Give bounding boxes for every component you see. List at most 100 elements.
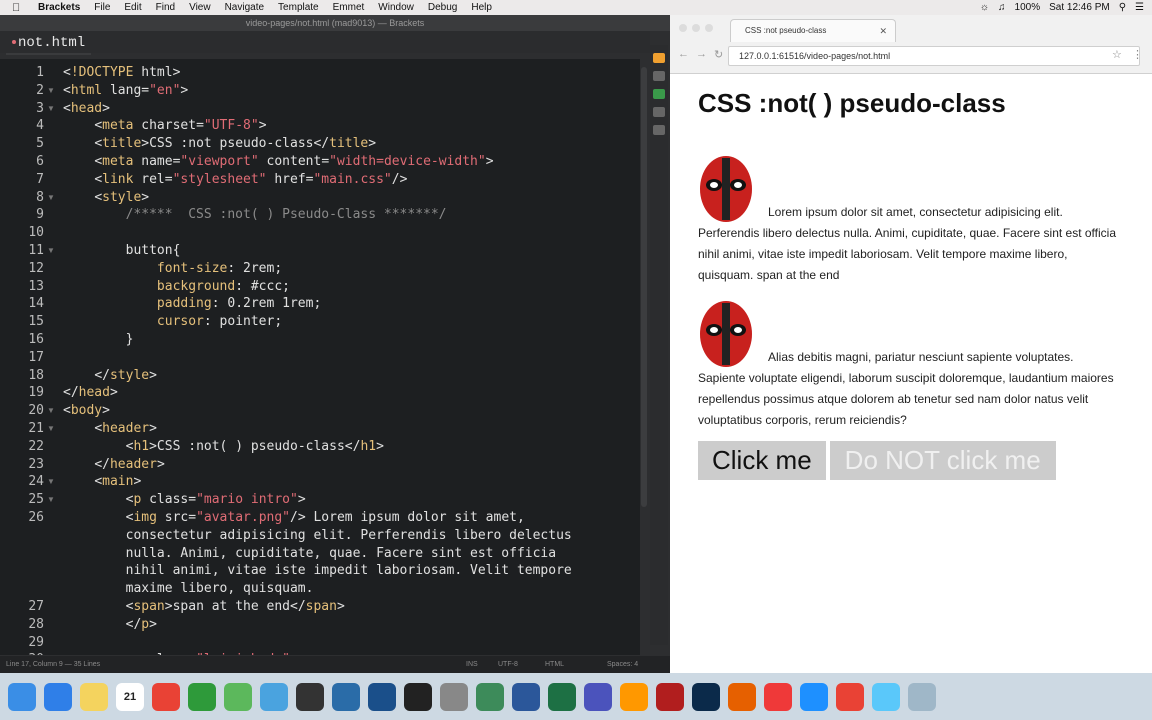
apple-icon[interactable]:  xyxy=(12,2,26,14)
do-not-click-button[interactable]: Do NOT click me xyxy=(829,441,1056,480)
menu-list-icon[interactable]: ☰ xyxy=(1135,2,1144,13)
notes-icon[interactable] xyxy=(80,682,108,711)
fold-arrow-icon[interactable]: ▼ xyxy=(47,477,55,486)
address-bar[interactable]: 127.0.0.1:61516/video-pages/not.html xyxy=(728,46,1140,66)
fold-arrow-icon[interactable]: ▼ xyxy=(47,406,55,415)
fold-arrow-icon[interactable]: ▼ xyxy=(47,246,55,255)
fold-arrow-icon[interactable]: ▼ xyxy=(47,86,55,95)
bookmark-star-icon[interactable]: ☆ xyxy=(1112,48,1122,61)
chrome-menu-icon[interactable]: ⋮ xyxy=(1132,48,1143,61)
file-tab[interactable]: not.html xyxy=(6,33,92,55)
code-line[interactable]: <title>CSS :not pseudo-class</title> xyxy=(63,136,376,151)
code-line[interactable]: background: #ccc; xyxy=(63,279,290,294)
menu-debug[interactable]: Debug xyxy=(428,2,457,13)
extension-manager-icon[interactable] xyxy=(653,71,665,81)
search-icon[interactable]: ⚲ xyxy=(1119,2,1126,13)
code-line[interactable]: <html lang="en"> xyxy=(63,83,188,98)
teams-icon[interactable] xyxy=(584,682,612,711)
fold-arrow-icon[interactable]: ▼ xyxy=(47,104,55,113)
brackets-icon[interactable] xyxy=(368,682,396,711)
code-line[interactable]: <head> xyxy=(63,101,110,116)
code-editor[interactable]: 1 <!DOCTYPE html> 2 ▼ <html lang="en"> 3 ▼ <hea… xyxy=(0,59,640,655)
forward-icon[interactable]: → xyxy=(696,48,707,60)
click-me-button[interactable]: Click me xyxy=(698,441,826,480)
browser-tab[interactable]: CSS :not pseudo-class ✕ xyxy=(730,19,896,42)
code-line[interactable]: <p class="mario intro"> xyxy=(63,492,306,507)
editor-scrollbar[interactable] xyxy=(641,67,647,507)
code-line[interactable]: } xyxy=(63,332,134,347)
filezilla-icon[interactable] xyxy=(656,682,684,711)
folder-icon[interactable] xyxy=(260,682,288,711)
indent-setting[interactable]: Spaces: 4 xyxy=(607,661,638,668)
fold-arrow-icon[interactable]: ▼ xyxy=(47,495,55,504)
code-line[interactable]: <!DOCTYPE html> xyxy=(63,65,180,80)
menu-edit[interactable]: Edit xyxy=(124,2,141,13)
code-line[interactable]: <h1>CSS :not( ) pseudo-class</h1> xyxy=(63,439,384,454)
archive-icon[interactable] xyxy=(440,682,468,711)
menu-template[interactable]: Template xyxy=(278,2,319,13)
code-line[interactable]: <main> xyxy=(63,474,141,489)
wifi-icon[interactable]: ☼ xyxy=(980,2,989,13)
extension-icon[interactable] xyxy=(653,89,665,99)
code-line[interactable]: </p> xyxy=(63,617,157,632)
terminal-icon[interactable] xyxy=(404,682,432,711)
code-line[interactable]: cursor: pointer; xyxy=(63,314,282,329)
code-line[interactable]: padding: 0.2rem 1rem; xyxy=(63,296,321,311)
encoding-select[interactable]: UTF-8 xyxy=(498,661,518,668)
code-line[interactable]: <header> xyxy=(63,421,157,436)
code-line[interactable]: maxime libero, quisquam. xyxy=(63,581,314,596)
menu-navigate[interactable]: Navigate xyxy=(225,2,264,13)
code-line[interactable]: </header> xyxy=(63,457,164,472)
calendar-icon[interactable]: 21 xyxy=(116,682,144,711)
safari-icon[interactable] xyxy=(800,682,828,711)
menu-brackets[interactable]: Brackets xyxy=(38,2,80,13)
code-line[interactable]: <meta charset="UTF-8"> xyxy=(63,118,266,133)
code-line[interactable]: font-size: 2rem; xyxy=(63,261,282,276)
clock[interactable]: Sat 12:46 PM xyxy=(1049,2,1110,13)
code-line[interactable]: <meta name="viewport" content="width=dev… xyxy=(63,154,493,169)
menu-help[interactable]: Help xyxy=(471,2,492,13)
folder-icon-2[interactable] xyxy=(872,682,900,711)
excel-icon[interactable] xyxy=(548,682,576,711)
leaf-icon[interactable] xyxy=(188,682,216,711)
code-line[interactable]: button{ xyxy=(63,243,181,258)
github-icon[interactable] xyxy=(296,682,324,711)
code-line[interactable]: <p class="luigi body"> xyxy=(63,652,298,655)
close-tab-icon[interactable]: ✕ xyxy=(879,20,887,42)
code-line[interactable]: consectetur adipisicing elit. Perferendi… xyxy=(63,528,572,543)
code-line[interactable]: /***** CSS :not( ) Pseudo-Class *******/ xyxy=(63,207,447,222)
minimize-window-icon[interactable] xyxy=(692,24,700,32)
code-line[interactable]: <span>span at the end</span> xyxy=(63,599,345,614)
code-line[interactable]: </style> xyxy=(63,368,157,383)
battery-label[interactable]: 100% xyxy=(1015,2,1041,13)
menu-emmet[interactable]: Emmet xyxy=(333,2,365,13)
code-line[interactable]: <style> xyxy=(63,190,149,205)
fold-arrow-icon[interactable]: ▼ xyxy=(47,193,55,202)
volume-icon[interactable]: ♫ xyxy=(998,2,1006,13)
back-icon[interactable]: ← xyxy=(678,48,689,60)
app-store-icon[interactable] xyxy=(44,682,72,711)
photos-icon[interactable] xyxy=(224,682,252,711)
menu-view[interactable]: View xyxy=(189,2,211,13)
sublime-icon[interactable] xyxy=(620,682,648,711)
finder-icon[interactable] xyxy=(8,682,36,711)
live-preview-icon[interactable] xyxy=(653,53,665,63)
photoshop-icon[interactable] xyxy=(692,682,720,711)
trash-icon[interactable] xyxy=(908,682,936,711)
vivaldi-icon[interactable] xyxy=(764,682,792,711)
reload-icon[interactable]: ↻ xyxy=(714,48,723,61)
menu-window[interactable]: Window xyxy=(378,2,414,13)
fold-arrow-icon[interactable]: ▼ xyxy=(47,424,55,433)
firefox-icon[interactable] xyxy=(728,682,756,711)
elephant-icon[interactable] xyxy=(476,682,504,711)
word-icon[interactable] xyxy=(512,682,540,711)
code-line[interactable]: <img src="avatar.png"/> Lorem ipsum dolo… xyxy=(63,510,525,525)
zoom-window-icon[interactable] xyxy=(705,24,713,32)
close-window-icon[interactable] xyxy=(679,24,687,32)
code-line[interactable]: <link rel="stylesheet" href="main.css"/> xyxy=(63,172,407,187)
menu-find[interactable]: Find xyxy=(156,2,175,13)
menu-file[interactable]: File xyxy=(94,2,110,13)
code-line[interactable]: nulla. Animi, cupiditate, quae. Facere s… xyxy=(63,546,556,561)
settings-icon[interactable] xyxy=(653,125,665,135)
image-icon[interactable] xyxy=(653,107,665,117)
